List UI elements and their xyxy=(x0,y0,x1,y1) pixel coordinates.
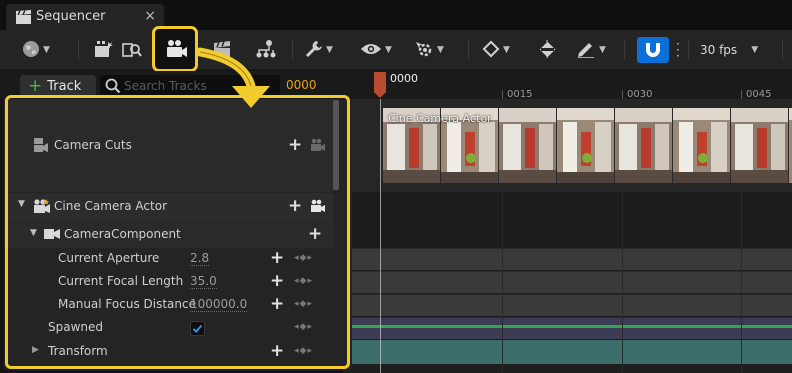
chevron-down-icon: ▼ xyxy=(385,45,392,55)
find-in-level-button[interactable] xyxy=(122,37,142,63)
chevron-down-icon: ▼ xyxy=(43,45,50,55)
create-camera-button[interactable] xyxy=(162,37,190,63)
toolbar-divider xyxy=(688,40,689,60)
chevron-down-icon: ▼ xyxy=(326,45,333,55)
plus-icon: + xyxy=(28,75,43,96)
add-track-button[interactable]: + Track xyxy=(20,75,96,97)
playhead-frame-label: 0000 xyxy=(390,72,418,85)
chevron-down-icon: ▼ xyxy=(503,45,510,55)
key-icon xyxy=(482,40,500,61)
wrench-icon xyxy=(305,40,323,61)
toolbar-divider xyxy=(624,40,625,60)
add-track-label: Track xyxy=(47,78,82,94)
thumbnail-image xyxy=(615,108,673,183)
key-interp-icon xyxy=(538,39,558,61)
playback-options-button[interactable]: ▼ xyxy=(414,37,444,63)
render-movie-button[interactable] xyxy=(94,37,114,63)
timeline-row-transform xyxy=(343,340,792,364)
toolbar-divider xyxy=(292,40,293,60)
search-input[interactable] xyxy=(124,77,274,95)
close-icon[interactable]: × xyxy=(144,8,156,24)
timeline-row-camera-component xyxy=(343,220,792,248)
toolbar xyxy=(0,30,792,70)
magnet-icon xyxy=(644,40,662,61)
camera-cut-button[interactable] xyxy=(212,37,234,63)
tab-title: Sequencer xyxy=(36,9,106,24)
camera-cut-section-label: Cine Camera Actor xyxy=(388,112,492,125)
spawned-bool-curve xyxy=(343,325,792,328)
thumbnail-image xyxy=(499,108,557,183)
tree-icon xyxy=(255,39,277,62)
pencil-icon xyxy=(576,40,596,61)
thumbnail-image xyxy=(673,108,731,183)
framerate-dropdown[interactable]: 30 fps ▼ xyxy=(700,37,758,63)
key-interpolation-button[interactable]: ▼ xyxy=(482,37,510,63)
timeline-row-focal-length xyxy=(343,271,792,293)
clapper-icon xyxy=(212,40,234,61)
timeline-row-cine-camera xyxy=(343,192,792,220)
world-icon xyxy=(22,40,40,61)
timeline-row-spawned xyxy=(343,317,792,339)
playhead-line xyxy=(380,99,381,373)
render-movie-icon xyxy=(94,40,114,61)
timeline-row-spacer xyxy=(343,364,792,373)
chevron-down-icon: ▼ xyxy=(437,45,444,55)
tools-menu-button[interactable]: ▼ xyxy=(305,37,333,63)
search-box xyxy=(100,75,280,97)
more-options-icon[interactable]: · · · xyxy=(676,38,682,62)
framerate-label: 30 fps xyxy=(700,43,738,57)
tab-bar: Sequencer × xyxy=(0,0,792,30)
snap-toggle-button[interactable] xyxy=(637,37,669,63)
auto-key-button[interactable] xyxy=(538,37,558,63)
chevron-down-icon: ▼ xyxy=(751,45,759,55)
hierarchy-button[interactable] xyxy=(255,37,277,63)
toolbar-divider xyxy=(468,40,469,60)
tab-sequencer[interactable]: Sequencer × xyxy=(6,4,164,30)
toolbar-divider xyxy=(78,40,79,60)
camera-add-icon xyxy=(164,39,188,62)
view-options-button[interactable]: ▼ xyxy=(360,37,392,63)
clapperboard-icon xyxy=(15,10,33,24)
chevron-down-icon: ▼ xyxy=(599,45,606,55)
thumbnail-image xyxy=(557,108,615,183)
snap-settings-icon xyxy=(414,40,434,61)
timeline-row-aperture xyxy=(343,248,792,270)
eye-icon xyxy=(360,42,382,59)
thumbnail-image xyxy=(731,108,789,183)
toolbar-divider xyxy=(782,40,783,60)
timeline-row-focus-distance xyxy=(343,294,792,316)
current-frame-readout[interactable]: 0000 xyxy=(286,78,317,92)
world-settings-button[interactable]: ▼ xyxy=(22,37,50,63)
edit-mode-button[interactable]: ▼ xyxy=(576,37,606,63)
highlight-box-track-list xyxy=(5,95,350,369)
find-icon xyxy=(122,40,142,61)
